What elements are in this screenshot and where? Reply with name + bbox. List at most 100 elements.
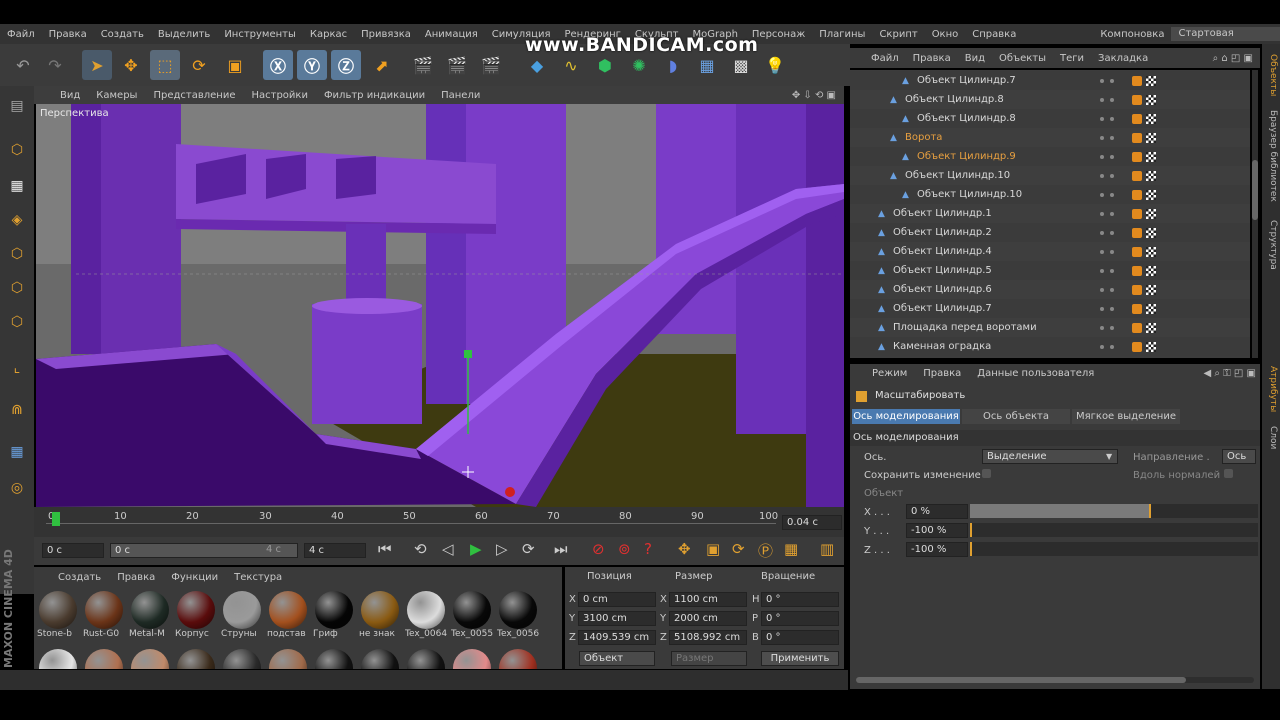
- last-tool-icon[interactable]: ▣: [220, 50, 250, 80]
- attr-menu-edit[interactable]: Правка: [915, 368, 969, 379]
- axis-dropdown[interactable]: Выделение: [982, 449, 1118, 464]
- render-settings-icon[interactable]: 🎬: [476, 50, 506, 80]
- direction-dropdown[interactable]: Ось: [1222, 449, 1256, 464]
- object-row[interactable]: ▲ Объект Цилиндр.1: [850, 204, 1250, 223]
- scale-y-slider[interactable]: [970, 523, 1258, 537]
- visibility-dots[interactable]: [1100, 344, 1130, 349]
- scale-z-slider[interactable]: [970, 542, 1258, 556]
- attr-horizontal-scrollbar[interactable]: [856, 677, 1254, 683]
- pos-x-field[interactable]: 0 cm: [578, 592, 656, 607]
- object-tags[interactable]: [1132, 284, 1156, 295]
- 3d-viewport[interactable]: Перспектива: [36, 104, 844, 507]
- make-editable-icon[interactable]: ▤: [3, 92, 31, 120]
- object-row[interactable]: ▲ Объект Цилиндр.5: [850, 261, 1250, 280]
- mat-menu-function[interactable]: Функции: [163, 572, 226, 583]
- prev-frame-icon[interactable]: ◁: [442, 540, 454, 558]
- menu-edit[interactable]: Правка: [42, 29, 94, 40]
- mat-menu-texture[interactable]: Текстура: [226, 572, 290, 583]
- render-picture-icon[interactable]: 🎬: [442, 50, 472, 80]
- object-row[interactable]: ▲ Объект Цилиндр.2: [850, 223, 1250, 242]
- material-swatch[interactable]: не знак: [359, 591, 401, 639]
- om-menu-tags[interactable]: Теги: [1053, 53, 1091, 64]
- object-list-scrollbar[interactable]: [1252, 70, 1258, 358]
- material-swatch[interactable]: Tex_0064: [405, 591, 447, 639]
- object-row[interactable]: ▲ Объект Цилиндр.7: [850, 71, 1250, 90]
- visibility-dots[interactable]: [1100, 249, 1130, 254]
- visibility-dots[interactable]: [1100, 173, 1130, 178]
- sidetab-attributes[interactable]: Атрибуты: [1264, 366, 1278, 412]
- object-tags[interactable]: [1132, 132, 1156, 143]
- vp-nav-icons[interactable]: ✥ ⇩ ⟲ ▣: [784, 90, 844, 101]
- rot-p-field[interactable]: 0 °: [761, 611, 839, 626]
- redo-icon[interactable]: ↷: [40, 50, 70, 80]
- sidetab-structure[interactable]: Структура: [1264, 220, 1278, 270]
- polygons-mode-icon[interactable]: ⬡: [3, 308, 31, 336]
- object-tags[interactable]: [1132, 246, 1156, 257]
- object-row[interactable]: ▲ Объект Цилиндр.9: [850, 147, 1250, 166]
- vp-menu-panel[interactable]: Панели: [433, 90, 488, 101]
- material-swatch[interactable]: [267, 649, 309, 669]
- material-swatch[interactable]: [129, 649, 171, 669]
- mat-menu-edit[interactable]: Правка: [109, 572, 163, 583]
- points-mode-icon[interactable]: ⬡: [3, 240, 31, 268]
- material-swatch[interactable]: [497, 649, 539, 669]
- visibility-dots[interactable]: [1100, 116, 1130, 121]
- menu-window[interactable]: Окно: [925, 29, 966, 40]
- object-tags[interactable]: [1132, 341, 1156, 352]
- sidetab-content-browser[interactable]: Браузер библиотек: [1264, 110, 1278, 202]
- model-mode-icon[interactable]: ⬡: [3, 136, 31, 164]
- along-normals-checkbox[interactable]: [1224, 469, 1233, 478]
- key-param-icon[interactable]: Ⓟ: [758, 540, 773, 561]
- coord-mode-dropdown[interactable]: Объект: [579, 651, 655, 666]
- key-scale-icon[interactable]: ▣: [706, 540, 720, 558]
- menu-snap[interactable]: Привязка: [354, 29, 418, 40]
- snap-icon[interactable]: ⋒: [3, 396, 31, 424]
- menu-tools[interactable]: Инструменты: [217, 29, 303, 40]
- object-tags[interactable]: [1132, 75, 1156, 86]
- play-icon[interactable]: ▶: [470, 540, 482, 558]
- visibility-dots[interactable]: [1100, 287, 1130, 292]
- object-row[interactable]: ▲ Объект Цилиндр.10: [850, 185, 1250, 204]
- material-swatch[interactable]: [313, 649, 355, 669]
- material-swatch[interactable]: Корпус: [175, 591, 217, 639]
- size-y-field[interactable]: 2000 cm: [669, 611, 747, 626]
- y-axis-icon[interactable]: Ⓨ: [297, 50, 327, 80]
- undo-icon[interactable]: ↶: [8, 50, 38, 80]
- visibility-dots[interactable]: [1100, 78, 1130, 83]
- scale-tool-icon[interactable]: ⬚: [150, 50, 180, 80]
- attr-menu-mode[interactable]: Режим: [850, 368, 915, 379]
- menu-plugins[interactable]: Плагины: [812, 29, 872, 40]
- object-row[interactable]: ▲ Объект Цилиндр.8: [850, 109, 1250, 128]
- timeline-ruler[interactable]: 0 10 20 30 40 50 60 70 80 90 100 0.04 c: [34, 507, 844, 537]
- rot-h-field[interactable]: 0 °: [761, 592, 839, 607]
- om-menu-file[interactable]: Файл: [864, 53, 906, 64]
- edges-mode-icon[interactable]: ⬡: [3, 274, 31, 302]
- pos-y-field[interactable]: 3100 cm: [578, 611, 656, 626]
- key-pla-icon[interactable]: ▦: [784, 540, 798, 558]
- layout-dropdown[interactable]: Стартовая: [1171, 27, 1280, 41]
- material-swatch[interactable]: [83, 649, 125, 669]
- tab-object-axis[interactable]: Ось объекта: [962, 409, 1070, 424]
- mat-menu-create[interactable]: Создать: [50, 572, 109, 583]
- object-tags[interactable]: [1132, 322, 1156, 333]
- attr-menu-userdata[interactable]: Данные пользователя: [969, 368, 1102, 379]
- next-frame-icon[interactable]: ▷: [496, 540, 508, 558]
- keyframe-help-icon[interactable]: ?: [644, 540, 652, 558]
- object-tags[interactable]: [1132, 227, 1156, 238]
- om-menu-objects[interactable]: Объекты: [992, 53, 1053, 64]
- menu-file[interactable]: Файл: [0, 29, 42, 40]
- material-swatch[interactable]: Tex_0055: [451, 591, 493, 639]
- vp-menu-filter[interactable]: Фильтр индикации: [316, 90, 433, 101]
- material-swatch[interactable]: Rust-G0: [83, 591, 125, 639]
- material-swatch[interactable]: подстав: [267, 591, 309, 639]
- menu-mesh[interactable]: Каркас: [303, 29, 354, 40]
- menu-help[interactable]: Справка: [965, 29, 1023, 40]
- visibility-dots[interactable]: [1100, 135, 1130, 140]
- sidetab-objects[interactable]: Объекты: [1264, 54, 1278, 96]
- material-swatch[interactable]: [405, 649, 447, 669]
- apply-button[interactable]: Применить: [761, 651, 839, 666]
- material-swatch[interactable]: [359, 649, 401, 669]
- goto-start-icon[interactable]: ⏮: [378, 540, 392, 558]
- object-row[interactable]: ▲ Объект Цилиндр.4: [850, 242, 1250, 261]
- visibility-dots[interactable]: [1100, 268, 1130, 273]
